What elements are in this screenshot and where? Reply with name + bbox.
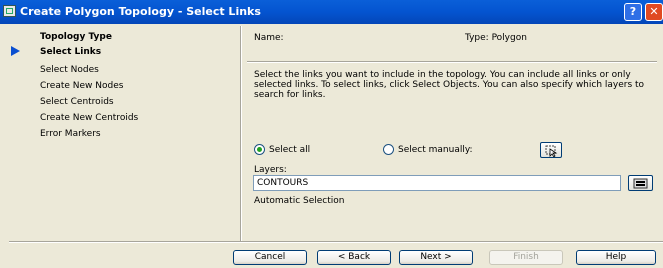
select-all-label[interactable]: Select all: [269, 145, 310, 155]
type-label: Type: Polygon: [465, 33, 527, 43]
current-step-arrow-icon: [11, 46, 20, 56]
layers-browse-icon: [633, 178, 648, 189]
step-select-centroids[interactable]: Select Centroids: [40, 97, 114, 107]
select-all-radio[interactable]: [254, 144, 265, 155]
finish-button[interactable]: Finish: [489, 250, 563, 265]
app-icon: [3, 5, 16, 17]
description-text: Select the links you want to include in …: [254, 70, 645, 100]
header-divider-highlight: [247, 62, 657, 63]
help-button[interactable]: Help: [576, 250, 656, 265]
title-bar: Create Polygon Topology - Select Links ?…: [0, 0, 663, 24]
next-button[interactable]: Next >: [399, 250, 473, 265]
layers-label: Layers:: [254, 165, 287, 175]
step-error-markers[interactable]: Error Markers: [40, 129, 101, 139]
footer-divider-highlight: [9, 242, 663, 243]
step-create-new-nodes[interactable]: Create New Nodes: [40, 81, 123, 91]
name-label: Name:: [254, 33, 284, 43]
step-topology-type[interactable]: Topology Type: [40, 32, 112, 42]
cancel-button[interactable]: Cancel: [233, 250, 307, 265]
vertical-divider-highlight: [241, 26, 242, 241]
back-button[interactable]: < Back: [317, 250, 391, 265]
layers-browse-button[interactable]: [628, 175, 653, 191]
step-select-nodes[interactable]: Select Nodes: [40, 65, 99, 75]
window-title: Create Polygon Topology - Select Links: [20, 5, 261, 18]
select-objects-button[interactable]: [540, 142, 562, 158]
select-objects-icon: [545, 145, 558, 158]
layers-input[interactable]: CONTOURS: [253, 175, 621, 191]
select-manually-label[interactable]: Select manually:: [398, 145, 473, 155]
radio-selected-dot: [257, 147, 262, 152]
step-select-links[interactable]: Select Links: [40, 47, 101, 57]
automatic-selection-label: Automatic Selection: [254, 196, 345, 206]
select-manually-radio[interactable]: [383, 144, 394, 155]
help-title-button[interactable]: ?: [624, 3, 642, 21]
step-create-new-centroids[interactable]: Create New Centroids: [40, 113, 138, 123]
close-button[interactable]: ✕: [645, 3, 663, 21]
